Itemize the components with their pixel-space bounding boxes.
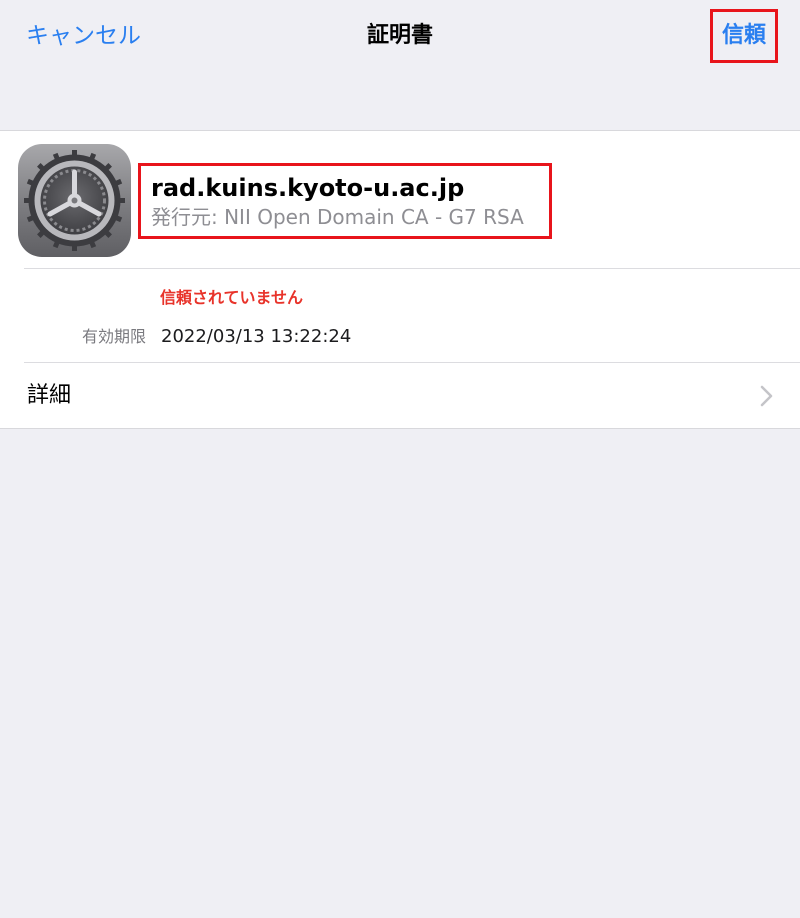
expiration-label: 有効期限	[81, 327, 146, 346]
page-title: 証明書	[366, 23, 433, 48]
certificate-name: rad.kuins.kyoto-u.ac.jp	[151, 174, 465, 202]
trust-status: 信頼されていません	[160, 288, 304, 307]
trust-button[interactable]: 信頼	[710, 9, 778, 63]
divider	[24, 268, 800, 269]
details-row[interactable]: 詳細	[0, 363, 800, 429]
navigation-bar: キャンセル 証明書 信頼	[0, 0, 800, 72]
certificate-screen: キャンセル 証明書 信頼 rad.kuins.kyoto-u.ac.jp 発行元…	[0, 0, 800, 918]
certificate-name-box: rad.kuins.kyoto-u.ac.jp 発行元: NII Open Do…	[138, 163, 552, 239]
certificate-card: rad.kuins.kyoto-u.ac.jp 発行元: NII Open Do…	[0, 130, 800, 429]
details-label: 詳細	[27, 383, 72, 408]
chevron-right-icon	[760, 385, 774, 411]
expiration-value: 2022/03/13 13:22:24	[161, 326, 352, 347]
certificate-issuer: 発行元: NII Open Domain CA - G7 RSA	[151, 205, 524, 229]
settings-gear-icon	[18, 144, 131, 257]
